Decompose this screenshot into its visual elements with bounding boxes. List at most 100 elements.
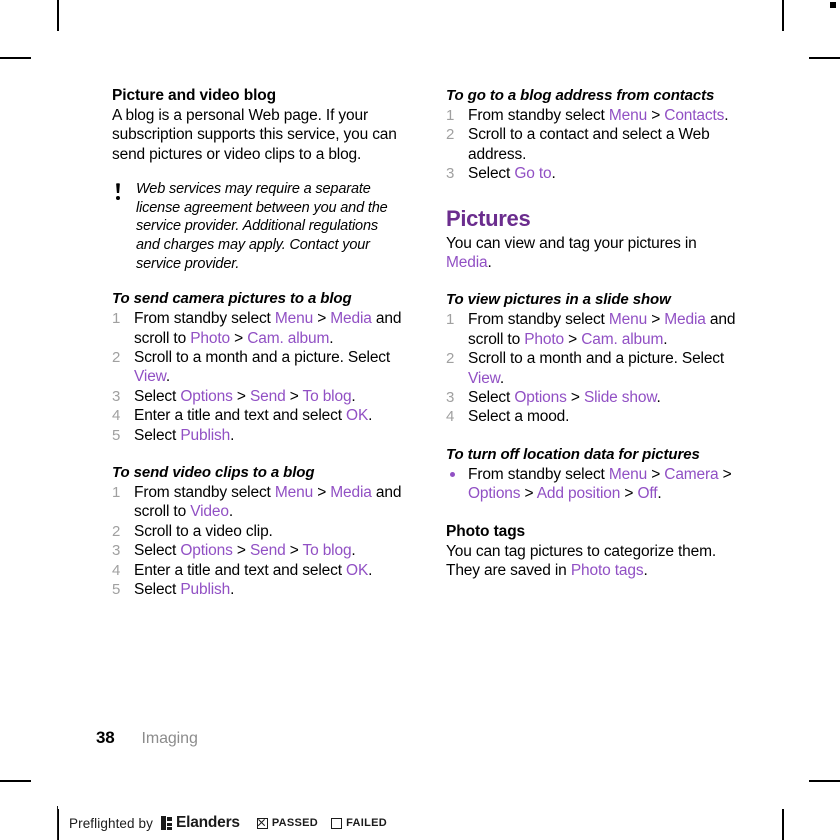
ui-term: Options — [180, 542, 233, 560]
body-text: Select — [134, 426, 181, 444]
ui-term: To blog — [302, 387, 352, 405]
body-text: Select — [134, 581, 181, 599]
procedure-step: 4 Enter a title and text and select OK. — [112, 561, 402, 580]
ui-term: Cam. album — [581, 330, 664, 348]
ui-term: Cam. album — [247, 329, 330, 347]
note-block: Web services may require a separate lice… — [112, 180, 402, 273]
step-number: 1 — [112, 310, 121, 328]
body-text: > — [566, 389, 584, 407]
body-text: From standby select — [468, 107, 609, 124]
ui-term: Menu — [274, 310, 314, 328]
body-text: > — [647, 311, 665, 329]
ui-term: Contacts — [664, 107, 725, 124]
procedure-step: 1 From standby select Menu > Media and sc… — [112, 483, 402, 522]
body-text: . — [487, 254, 492, 272]
body-text: Select — [134, 387, 181, 405]
ui-term: Options — [468, 485, 521, 503]
body-text: > — [313, 484, 331, 502]
preflight-prefix-text: Preflighted by — [69, 815, 153, 831]
step-number: 2 — [112, 349, 121, 366]
body-text: . — [551, 165, 556, 183]
step-number: 4 — [446, 408, 455, 426]
procedure-steps-send-video-clips: 1 From standby select Menu > Media and sc… — [112, 483, 402, 599]
procedure-step: 3 Select Options > Send > To blog. — [112, 387, 402, 406]
ui-term: Media — [330, 310, 372, 328]
ui-term: Media — [664, 311, 706, 329]
body-text: From standby select — [134, 310, 275, 328]
body-text: > — [647, 465, 665, 483]
step-number: 5 — [112, 581, 121, 599]
body-text: > — [313, 310, 331, 328]
section-paragraph-pictures: You can view and tag your pictures in Me… — [446, 234, 736, 273]
body-text: You can view and tag your pictures in — [446, 234, 697, 252]
ui-term: Go to — [514, 165, 552, 183]
step-number: 1 — [446, 311, 455, 329]
procedure-steps-go-to-blog-address: 1 From standby select Menu > Contacts. 2 Sc… — [446, 106, 736, 184]
preflight-bar: Preflighted by Elanders PASSED FAILED — [57, 806, 387, 840]
procedure-step: 4 Select a mood. — [446, 407, 736, 426]
procedure-bullet: From standby select Menu > Camera > Opti… — [446, 465, 736, 504]
body-text: Enter a title and text and select — [134, 407, 347, 425]
body-text: > — [285, 387, 303, 405]
body-text: > — [520, 485, 537, 503]
procedure-step: 5 Select Publish. — [112, 426, 402, 445]
ui-term: Menu — [274, 484, 314, 502]
preflight-status-passed: PASSED — [256, 817, 319, 829]
preflight-status-passed-label: PASSED — [271, 817, 319, 829]
section-heading-pictures: Pictures — [446, 205, 531, 231]
ui-term: Off — [637, 485, 658, 503]
step-number: 3 — [112, 542, 121, 560]
procedure-steps-view-slide-show: 1 From standby select Menu > Media and sc… — [446, 310, 736, 426]
step-number: 3 — [446, 165, 455, 183]
topic-heading-photo-tags: Photo tags — [446, 522, 526, 540]
procedure-heading-send-video-clips: To send video clips to a blog — [112, 464, 315, 482]
body-text: . — [351, 387, 356, 405]
body-text: From standby select — [468, 465, 609, 483]
procedure-heading-view-slide-show: To view pictures in a slide show — [446, 291, 671, 309]
ui-term: Camera — [664, 465, 719, 483]
preflight-status-failed: FAILED — [331, 817, 387, 829]
procedure-step: 3 Select Options > Send > To blog. — [112, 541, 402, 560]
step-number: 1 — [446, 107, 455, 124]
ui-term: To blog — [302, 542, 352, 560]
procedure-step: 2 Scroll to a contact and select a Web ad… — [446, 125, 736, 164]
procedure-step: 2 Scroll to a video clip. — [112, 522, 402, 541]
procedure-step: 1 From standby select Menu > Media and sc… — [112, 309, 402, 348]
ui-term: Photo tags — [570, 562, 644, 580]
body-text: . — [351, 542, 356, 560]
ui-term: Photo — [190, 329, 230, 347]
procedure-step: 2 Scroll to a month and a picture. Select… — [112, 348, 402, 387]
body-text: > — [229, 329, 248, 347]
body-text: Scroll to a month and a picture. Select — [468, 350, 725, 368]
ui-term: OK — [346, 561, 369, 579]
right-column: To go to a blog address from contacts 1F… — [446, 86, 736, 581]
exclamation-icon — [114, 183, 123, 201]
ui-term: Media — [446, 254, 488, 272]
ui-term: Video — [190, 503, 229, 521]
ui-term: Publish — [180, 426, 231, 444]
procedure-heading-send-camera-pictures: To send camera pictures to a blog — [112, 290, 352, 308]
step-number: 2 — [446, 126, 455, 144]
ui-term: Menu — [608, 107, 648, 124]
procedure-step: 1 From standby select Menu > Contacts. — [446, 106, 736, 125]
procedure-step: 1 From standby select Menu > Media and sc… — [446, 310, 736, 349]
body-text: Select a mood. — [468, 408, 570, 426]
body-text: Scroll to a video clip. — [134, 522, 273, 540]
body-text: . — [499, 369, 505, 387]
procedure-steps-send-camera-pictures: 1 From standby select Menu > Media and sc… — [112, 309, 402, 445]
body-text: . — [368, 407, 373, 425]
procedure-step: 3 Select Go to. — [446, 164, 736, 183]
step-number: 1 — [112, 484, 121, 502]
step-number: 3 — [112, 387, 121, 405]
body-text: > — [647, 107, 665, 124]
body-text: From standby select — [468, 311, 609, 329]
elanders-logo: Elanders — [160, 814, 240, 832]
ui-term: Send — [249, 542, 286, 560]
body-text: Select — [468, 165, 515, 183]
body-text: > — [718, 465, 732, 483]
body-text: . — [230, 426, 235, 444]
procedure-step: 2 Scroll to a month and a picture. Select… — [446, 349, 736, 388]
body-text: > — [563, 330, 582, 348]
ui-term: Slide show — [583, 389, 657, 407]
